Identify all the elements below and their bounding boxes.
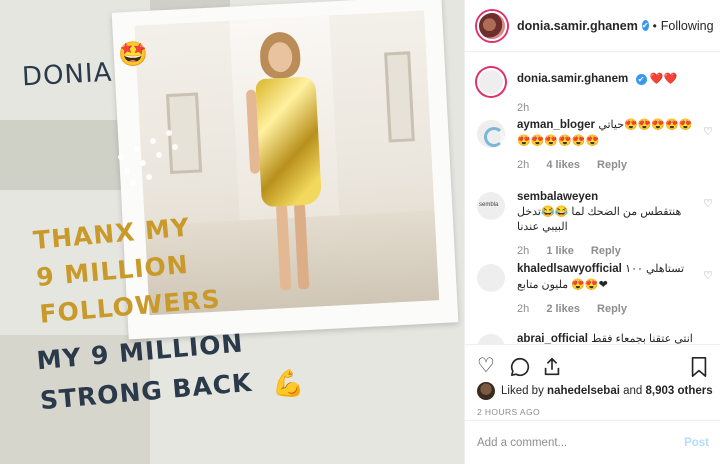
comment-likes[interactable]: 1 like — [546, 245, 574, 257]
thanks-text: THANX MY 9 MILLION FOLLOWERS — [31, 212, 222, 329]
comment-item: abrai_official انتي عتقنا بجمعاء فقط — [477, 331, 713, 344]
comment-likes[interactable]: 2 likes — [546, 303, 580, 315]
avatar[interactable] — [477, 68, 505, 96]
separator-dot: • — [652, 18, 657, 33]
heart-icon[interactable]: ♡ — [477, 354, 495, 378]
caption-time[interactable]: 2h — [517, 102, 529, 114]
comment-time[interactable]: 2h — [517, 245, 529, 257]
post-header: donia.samir.ghanem ✔ • Following — [465, 0, 720, 52]
reply-button[interactable]: Reply — [597, 159, 627, 171]
like-comment-heart-icon[interactable]: ♡ — [703, 197, 713, 210]
bookmark-icon[interactable] — [689, 354, 709, 384]
comment-username[interactable]: sembalaweyen — [517, 191, 598, 203]
reply-button[interactable]: Reply — [597, 303, 627, 315]
avatar[interactable] — [477, 10, 507, 41]
comment-time[interactable]: 2h — [517, 159, 529, 171]
gold-dress — [255, 76, 322, 208]
verified-badge-icon: ✔ — [641, 20, 649, 31]
comment-input[interactable]: Add a comment... — [477, 437, 567, 449]
decorative-dots — [112, 118, 202, 188]
liker-username[interactable]: nahedelsebai — [547, 385, 620, 397]
comment-username[interactable]: ayman_bloger — [517, 119, 595, 131]
caption-text: ❤️❤️ — [649, 73, 678, 85]
comment-text: هنتقطس من الضحك لما 😂😂تدخل البيبي عندنا — [517, 206, 682, 233]
post-comment-button[interactable]: Post — [684, 437, 709, 449]
likes-summary: Liked by nahedelsebai and 8,903 others — [477, 382, 713, 400]
post-sidebar: donia.samir.ghanem ✔ • Following donia.s… — [464, 0, 720, 464]
comment-item: ayman_bloger حياتي😍😍😍😍😍😍😍😍😍😍😍 2h 4 likes… — [477, 117, 713, 173]
likes-count[interactable]: 8,903 others — [646, 385, 713, 397]
comments-list[interactable]: donia.samir.ghanem ✔ ❤️❤️ 2h ayman_bloge… — [465, 53, 720, 344]
avatar[interactable] — [477, 192, 505, 220]
comment-username[interactable]: khaledlsawyofficial — [517, 263, 622, 275]
like-comment-heart-icon[interactable]: ♡ — [703, 269, 713, 282]
post-image[interactable]: DONIA 🤩 THANX MY 9 MILLION FOLLOWERS MY … — [0, 0, 464, 464]
flexed-bicep-emoji: 💪 — [272, 368, 305, 398]
verified-badge-icon: ✔ — [635, 74, 647, 85]
comment-time[interactable]: 2h — [517, 303, 529, 315]
caption-username[interactable]: donia.samir.ghanem — [517, 73, 628, 85]
avatar[interactable] — [477, 334, 505, 344]
comment-item: sembalaweyen هنتقطس من الضحك لما 😂😂تدخل … — [477, 189, 713, 259]
share-icon[interactable] — [541, 354, 563, 384]
action-icons: ♡ — [477, 354, 709, 380]
comment-likes[interactable]: 4 likes — [546, 159, 580, 171]
caption: donia.samir.ghanem ✔ ❤️❤️ 2h — [477, 65, 713, 116]
liker-avatar[interactable] — [477, 382, 495, 400]
comment-item: khaledlsawyofficial تستاهلي ١٠٠ مليون مت… — [477, 261, 713, 317]
post-timestamp[interactable]: 2 HOURS AGO — [477, 407, 540, 417]
header-username[interactable]: donia.samir.ghanem — [517, 19, 638, 33]
like-comment-heart-icon[interactable]: ♡ — [703, 125, 713, 138]
comment-icon[interactable] — [509, 354, 531, 384]
comment-text: انتي عتقنا بجمعاء فقط — [591, 333, 693, 344]
add-comment-bar: Add a comment... Post — [465, 420, 720, 464]
comment-username[interactable]: abrai_official — [517, 333, 588, 344]
avatar[interactable] — [477, 264, 505, 292]
headline-text: DONIA — [21, 57, 114, 93]
star-struck-emoji: 🤩 — [118, 41, 148, 68]
following-button[interactable]: Following — [661, 19, 714, 33]
avatar[interactable] — [477, 120, 505, 148]
wall-frame — [384, 51, 415, 143]
reply-button[interactable]: Reply — [591, 245, 621, 257]
